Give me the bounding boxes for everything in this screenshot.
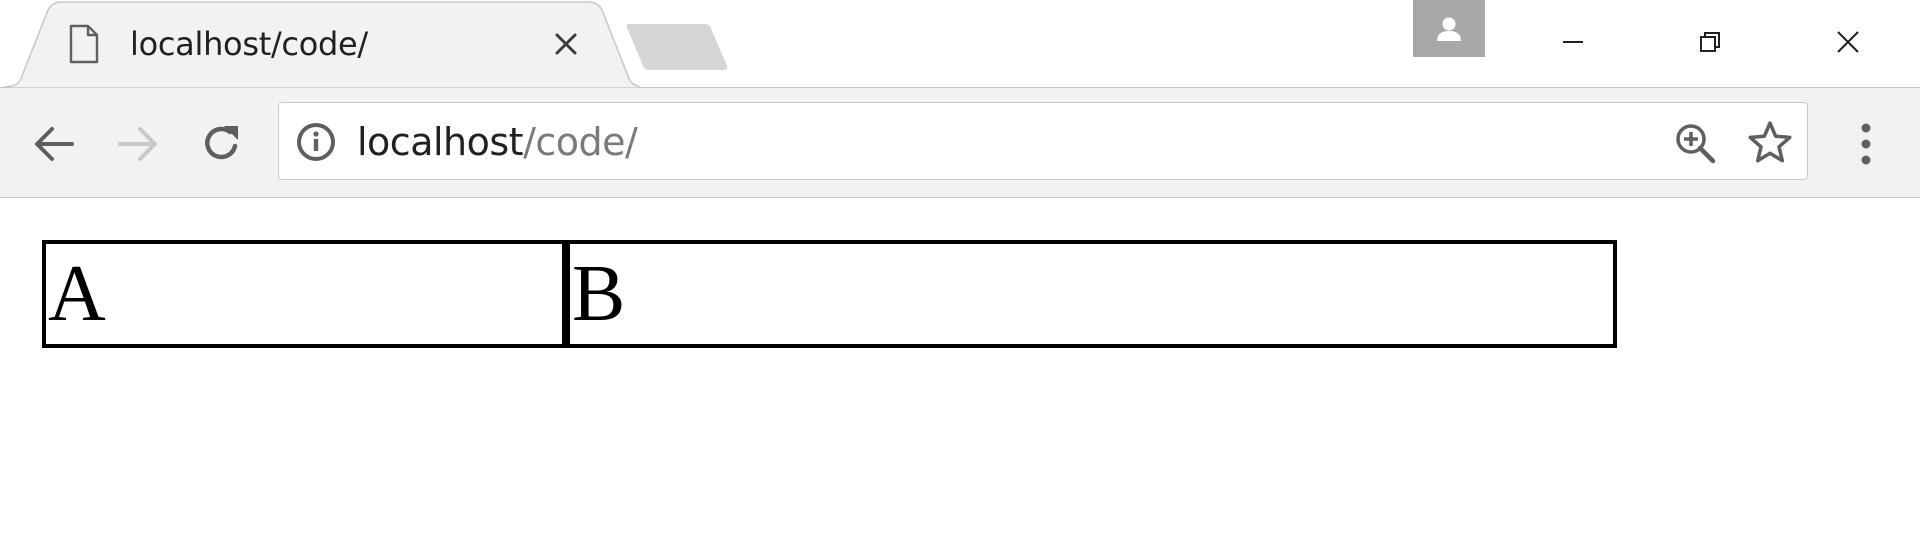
new-tab-icon[interactable]	[624, 22, 730, 72]
info-icon[interactable]	[295, 121, 337, 163]
profile-icon[interactable]	[1413, 0, 1485, 57]
url-path: /code/	[523, 120, 638, 164]
reload-icon[interactable]	[194, 116, 250, 172]
minimize-icon[interactable]	[1541, 10, 1605, 74]
zoom-in-icon[interactable]	[1669, 117, 1721, 169]
more-vertical-icon[interactable]	[1846, 116, 1886, 172]
page-icon	[66, 24, 102, 64]
arrow-right-icon[interactable]	[110, 116, 166, 172]
active-tab[interactable]: localhost/code/	[66, 16, 586, 72]
tab-strip: localhost/code/	[0, 0, 1920, 88]
address-bar[interactable]: localhost/code/	[278, 102, 1808, 180]
restore-icon[interactable]	[1678, 10, 1742, 74]
url-text[interactable]: localhost/code/	[357, 103, 638, 181]
window-close-icon[interactable]	[1816, 10, 1880, 74]
content-table: A B	[42, 240, 1617, 348]
close-icon[interactable]	[548, 26, 584, 62]
url-host: localhost	[357, 120, 524, 164]
browser-toolbar: localhost/code/	[0, 88, 1920, 198]
cell-b: B	[566, 244, 1613, 344]
cell-a: A	[46, 244, 566, 344]
tab-title: localhost/code/	[130, 25, 368, 63]
star-icon[interactable]	[1743, 115, 1797, 169]
arrow-left-icon[interactable]	[26, 116, 82, 172]
